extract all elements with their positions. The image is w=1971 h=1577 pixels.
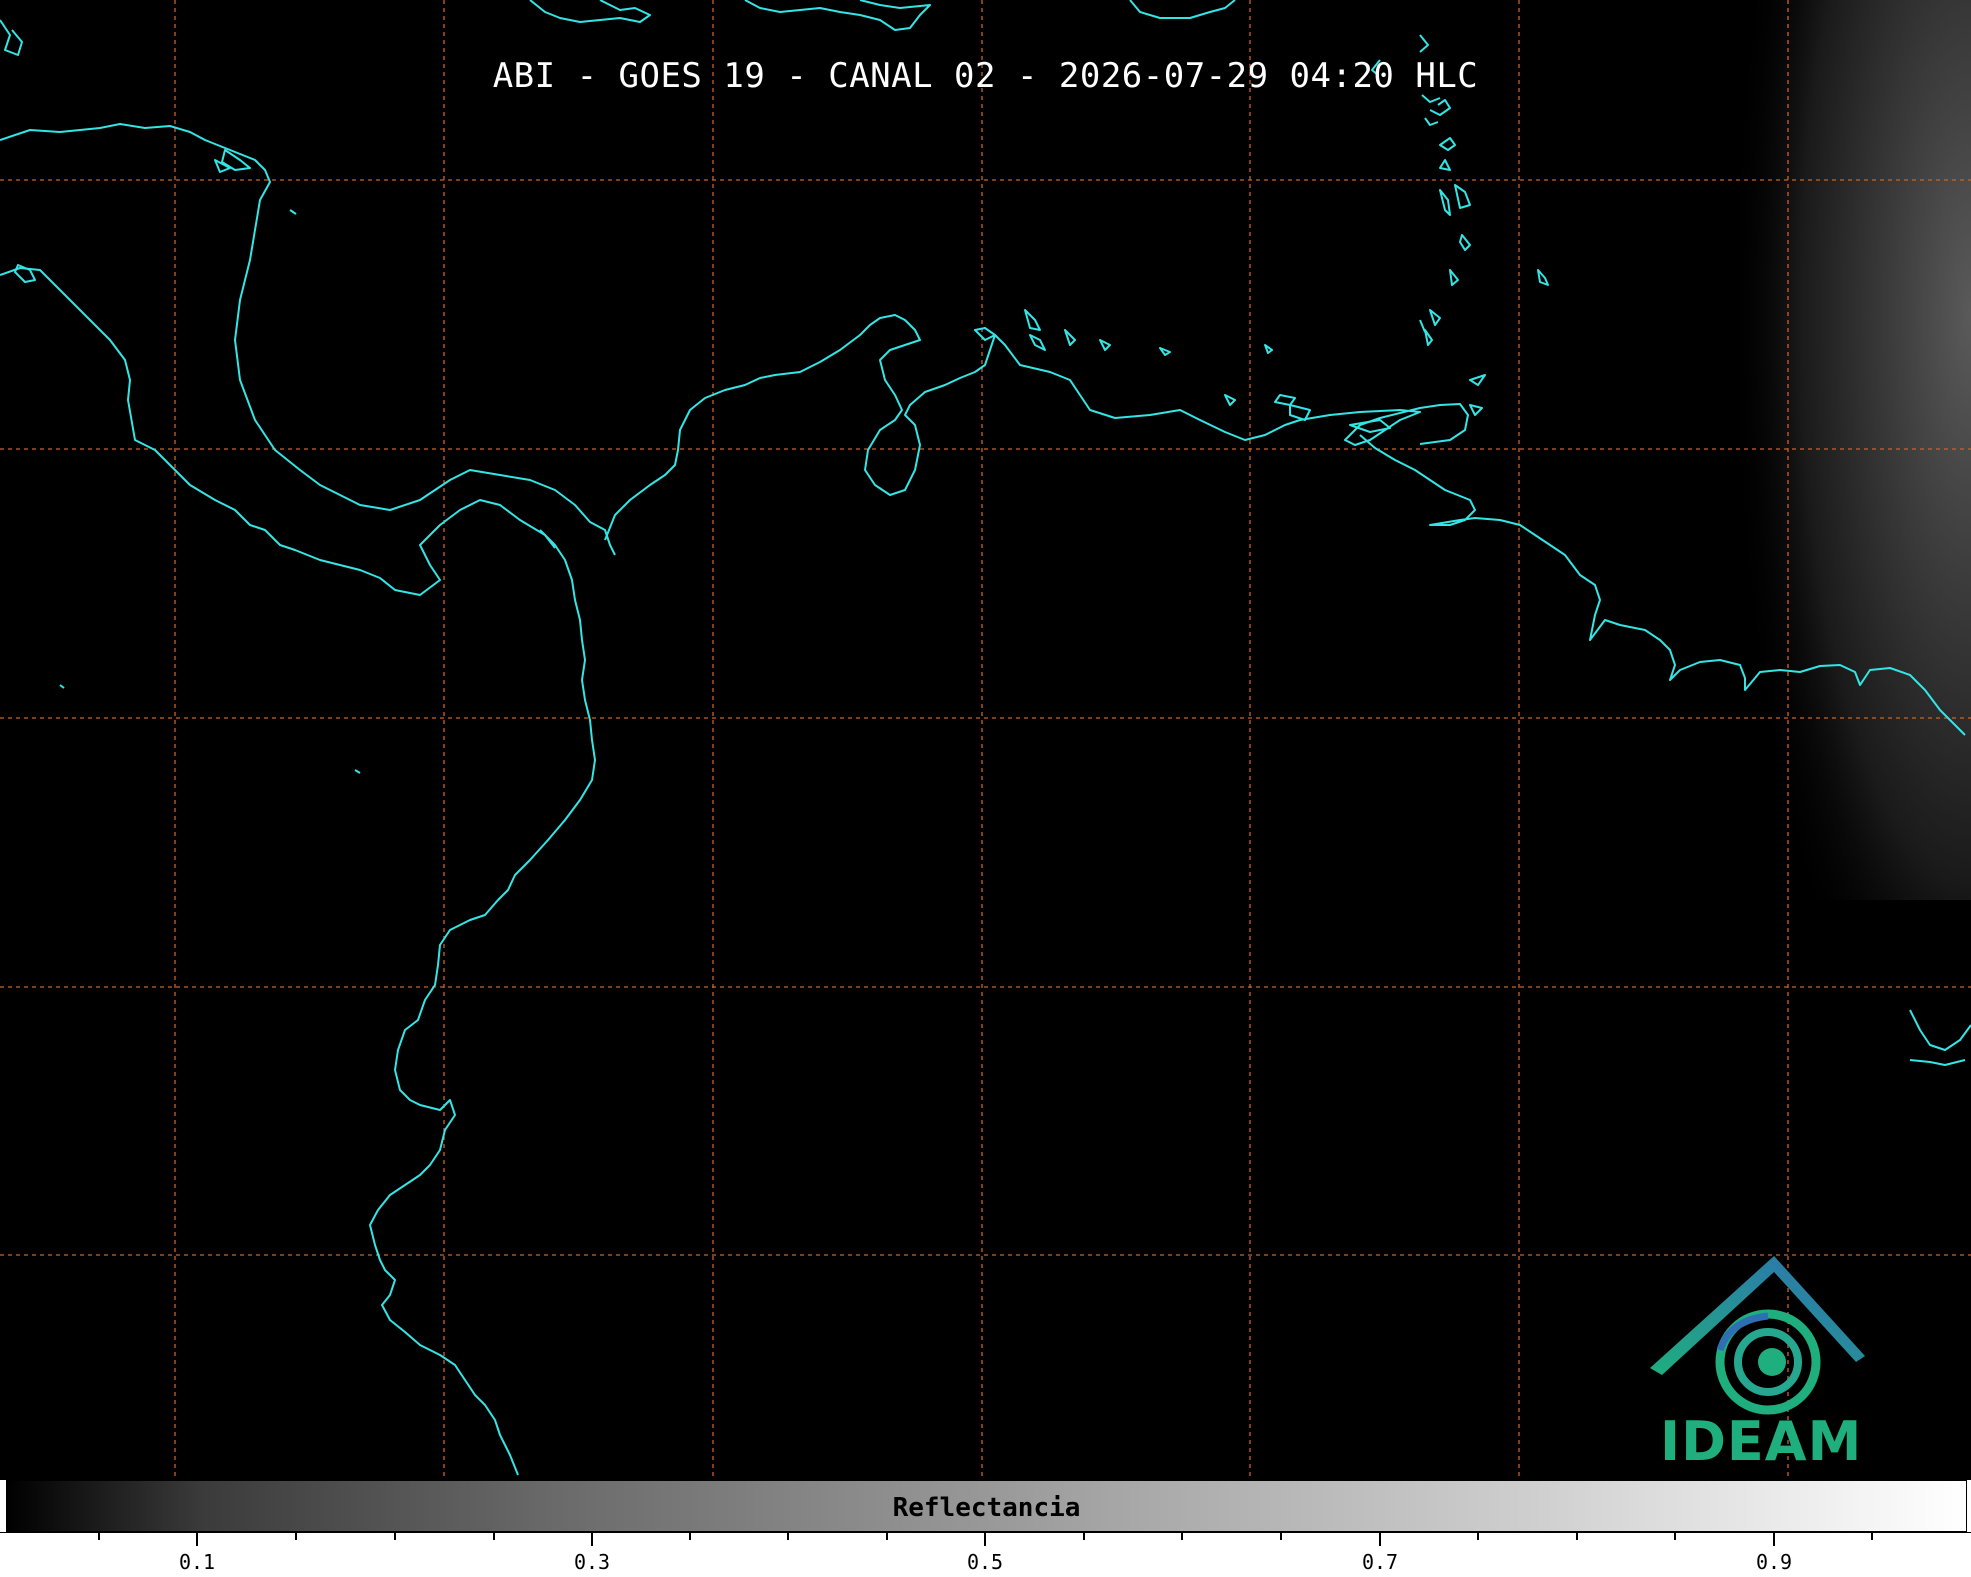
ideam-logo-text: IDEAM	[1660, 1410, 1863, 1473]
map-title: ABI - GOES 19 - CANAL 02 - 2026-07-29 04…	[492, 56, 1479, 96]
colorbar: Reflectancia	[6, 1480, 1967, 1532]
tick-label: 0.9	[1756, 1550, 1792, 1574]
tick-label: 0.3	[574, 1550, 610, 1574]
tick-label: 0.5	[967, 1550, 1003, 1574]
cloud-region	[1700, 0, 1971, 900]
colorbar-ticks: 0.1 0.3 0.5 0.7 0.9	[0, 1532, 1971, 1574]
tick-label: 0.1	[179, 1550, 215, 1574]
colorbar-label: Reflectancia	[892, 1493, 1081, 1523]
tick-label: 0.7	[1362, 1550, 1398, 1574]
